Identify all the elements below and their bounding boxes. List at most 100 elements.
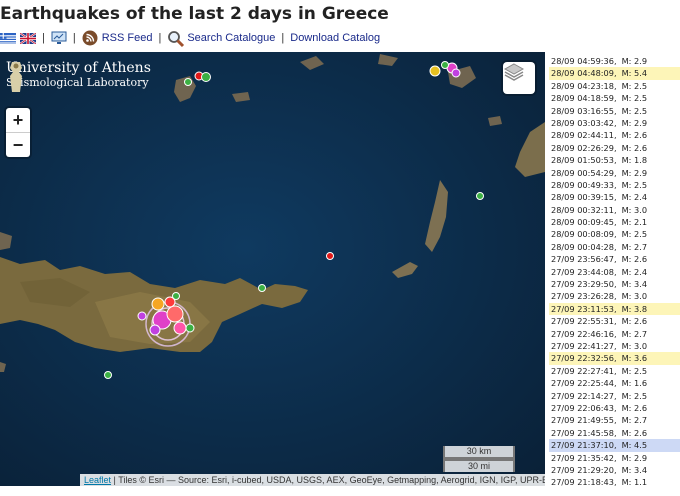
earthquake-list-item[interactable]: 27/09 22:06:43, M: 2.6 bbox=[549, 402, 680, 414]
earthquake-list-item[interactable]: 28/09 04:23:18, M: 2.5 bbox=[549, 80, 680, 92]
quake-magnitude: M: 2.5 bbox=[621, 179, 648, 190]
quake-time: 28/09 03:16:55, bbox=[551, 105, 617, 116]
earthquake-list-item[interactable]: 28/09 04:59:36, M: 2.9 bbox=[549, 55, 680, 67]
earthquake-list-item[interactable]: 27/09 21:37:10, M: 4.5 bbox=[549, 439, 680, 452]
quake-magnitude: M: 2.9 bbox=[621, 452, 648, 463]
earthquake-list-item[interactable]: 28/09 00:08:09, M: 2.5 bbox=[549, 228, 680, 240]
earthquake-list-item[interactable]: 28/09 03:03:42, M: 2.9 bbox=[549, 117, 680, 129]
quake-magnitude: M: 2.1 bbox=[621, 217, 648, 228]
quake-magnitude: M: 3.6 bbox=[621, 353, 648, 364]
earthquake-list-item[interactable]: 28/09 00:54:29, M: 2.9 bbox=[549, 167, 680, 179]
earthquake-list-item[interactable]: 28/09 02:26:29, M: 2.6 bbox=[549, 142, 680, 154]
zoom-control: + − bbox=[6, 108, 30, 157]
quake-magnitude: M: 1.1 bbox=[621, 477, 648, 488]
map-attribution: Leaflet | Tiles © Esri — Source: Esri, i… bbox=[80, 474, 545, 486]
earthquake-list-item[interactable]: 27/09 23:44:08, M: 2.4 bbox=[549, 266, 680, 278]
earthquake-list-item[interactable]: 27/09 21:35:42, M: 2.9 bbox=[549, 452, 680, 464]
quake-time: 28/09 00:04:28, bbox=[551, 241, 617, 252]
quake-magnitude: M: 1.6 bbox=[621, 378, 648, 389]
quake-time: 28/09 00:49:33, bbox=[551, 179, 617, 190]
quake-time: 27/09 22:41:27, bbox=[551, 340, 617, 351]
quake-magnitude: M: 5.4 bbox=[621, 68, 648, 79]
separator: | bbox=[281, 32, 285, 44]
map-view[interactable]: University of Athens Seismological Labor… bbox=[0, 52, 545, 486]
earthquake-list-item[interactable]: 28/09 00:32:11, M: 3.0 bbox=[549, 204, 680, 216]
athena-emblem-icon bbox=[10, 62, 22, 92]
earthquake-list-item[interactable]: 28/09 04:48:09, M: 5.4 bbox=[549, 67, 680, 80]
quake-magnitude: M: 3.0 bbox=[621, 340, 648, 351]
quake-time: 27/09 22:06:43, bbox=[551, 402, 617, 413]
earthquake-list-item[interactable]: 27/09 21:45:58, M: 2.6 bbox=[549, 427, 680, 439]
leaflet-link[interactable]: Leaflet bbox=[84, 475, 111, 485]
scale-bar: 30 km 30 mi bbox=[443, 446, 515, 472]
quake-magnitude: M: 4.5 bbox=[621, 440, 648, 451]
quake-magnitude: M: 2.6 bbox=[621, 254, 648, 265]
earthquake-list-item[interactable]: 27/09 22:55:31, M: 2.6 bbox=[549, 315, 680, 327]
quake-magnitude: M: 2.5 bbox=[621, 390, 648, 401]
earthquake-list-item[interactable]: 27/09 22:41:27, M: 3.0 bbox=[549, 340, 680, 352]
quake-time: 28/09 03:03:42, bbox=[551, 117, 617, 128]
earthquake-list-item[interactable]: 28/09 04:18:59, M: 2.5 bbox=[549, 92, 680, 104]
quake-magnitude: M: 2.5 bbox=[621, 365, 648, 376]
earthquake-list-item[interactable]: 28/09 00:49:33, M: 2.5 bbox=[549, 179, 680, 191]
quake-magnitude: M: 2.4 bbox=[621, 266, 648, 277]
quake-magnitude: M: 2.6 bbox=[621, 316, 648, 327]
quake-time: 28/09 00:54:29, bbox=[551, 167, 617, 178]
quake-time: 27/09 23:29:50, bbox=[551, 279, 617, 290]
layers-icon bbox=[503, 63, 525, 81]
quake-time: 28/09 04:59:36, bbox=[551, 56, 617, 66]
quake-magnitude: M: 2.4 bbox=[621, 192, 648, 203]
zoom-out-button[interactable]: − bbox=[6, 133, 30, 157]
separator: | bbox=[72, 32, 76, 44]
zoom-in-button[interactable]: + bbox=[6, 108, 30, 133]
earthquake-list-item[interactable]: 28/09 02:44:11, M: 2.6 bbox=[549, 129, 680, 141]
earthquake-list-item[interactable]: 27/09 21:29:20, M: 3.4 bbox=[549, 464, 680, 476]
earthquake-list-item[interactable]: 27/09 22:46:16, M: 2.7 bbox=[549, 328, 680, 340]
quake-time: 28/09 02:44:11, bbox=[551, 130, 617, 141]
quake-time: 27/09 21:45:58, bbox=[551, 427, 617, 438]
earthquake-list-item[interactable]: 28/09 00:09:45, M: 2.1 bbox=[549, 216, 680, 228]
earthquake-list-item[interactable]: 28/09 01:50:53, M: 1.8 bbox=[549, 154, 680, 166]
earthquake-list-item[interactable]: 27/09 22:14:27, M: 2.5 bbox=[549, 390, 680, 402]
earthquake-list-item[interactable]: 27/09 23:56:47, M: 2.6 bbox=[549, 253, 680, 265]
magnifier-icon[interactable] bbox=[167, 30, 185, 48]
quake-magnitude: M: 2.5 bbox=[621, 93, 648, 104]
quake-time: 28/09 00:39:15, bbox=[551, 192, 617, 203]
attribution-text: | Tiles © Esri — Source: Esri, i-cubed, … bbox=[111, 475, 545, 485]
rss-feed-link[interactable]: RSS Feed bbox=[102, 32, 153, 44]
monitor-icon[interactable] bbox=[51, 30, 67, 46]
quake-time: 28/09 00:08:09, bbox=[551, 229, 617, 240]
greek-flag-icon[interactable] bbox=[0, 32, 16, 44]
logo-line2: Seismological Laboratory bbox=[6, 76, 149, 89]
quake-magnitude: M: 3.4 bbox=[621, 279, 648, 290]
quake-time: 27/09 23:44:08, bbox=[551, 266, 617, 277]
earthquake-list-item[interactable]: 27/09 22:27:41, M: 2.5 bbox=[549, 365, 680, 377]
earthquake-list-item[interactable]: 27/09 23:26:28, M: 3.0 bbox=[549, 290, 680, 302]
earthquake-list-item[interactable]: 27/09 22:32:56, M: 3.6 bbox=[549, 352, 680, 365]
quake-magnitude: M: 3.8 bbox=[621, 303, 648, 314]
earthquake-list-item[interactable]: 28/09 00:39:15, M: 2.4 bbox=[549, 191, 680, 203]
rss-icon[interactable] bbox=[82, 30, 98, 46]
quake-time: 28/09 04:48:09, bbox=[551, 68, 617, 79]
layers-button[interactable] bbox=[503, 62, 535, 94]
earthquake-list-item[interactable]: 28/09 00:04:28, M: 2.7 bbox=[549, 241, 680, 253]
separator: | bbox=[42, 32, 45, 44]
quake-time: 27/09 21:49:55, bbox=[551, 415, 617, 426]
earthquake-list-item[interactable]: 28/09 03:16:55, M: 2.5 bbox=[549, 105, 680, 117]
earthquake-list-item[interactable]: 27/09 23:29:50, M: 3.4 bbox=[549, 278, 680, 290]
quake-time: 27/09 22:25:44, bbox=[551, 378, 617, 389]
search-catalogue-link[interactable]: Search Catalogue bbox=[187, 32, 275, 44]
earthquake-list: 28/09 04:59:36, M: 2.9 28/09 04:48:09, M: 5… bbox=[549, 55, 680, 489]
quake-time: 28/09 04:18:59, bbox=[551, 93, 617, 104]
quake-magnitude: M: 2.5 bbox=[621, 80, 648, 91]
uk-flag-icon[interactable] bbox=[19, 31, 37, 45]
earthquake-list-item[interactable]: 27/09 22:25:44, M: 1.6 bbox=[549, 377, 680, 389]
quake-magnitude: M: 2.9 bbox=[621, 117, 648, 128]
earthquake-list-item[interactable]: 27/09 23:11:53, M: 3.8 bbox=[549, 302, 680, 316]
quake-time: 27/09 21:18:43, bbox=[551, 477, 617, 488]
earthquake-list-item[interactable]: 27/09 21:18:43, M: 1.1 bbox=[549, 476, 680, 488]
earthquake-list-item[interactable]: 27/09 21:49:55, M: 2.7 bbox=[549, 414, 680, 426]
quake-time: 28/09 04:23:18, bbox=[551, 80, 617, 91]
scale-km: 30 km bbox=[443, 446, 515, 459]
download-catalog-link[interactable]: Download Catalog bbox=[290, 32, 380, 44]
